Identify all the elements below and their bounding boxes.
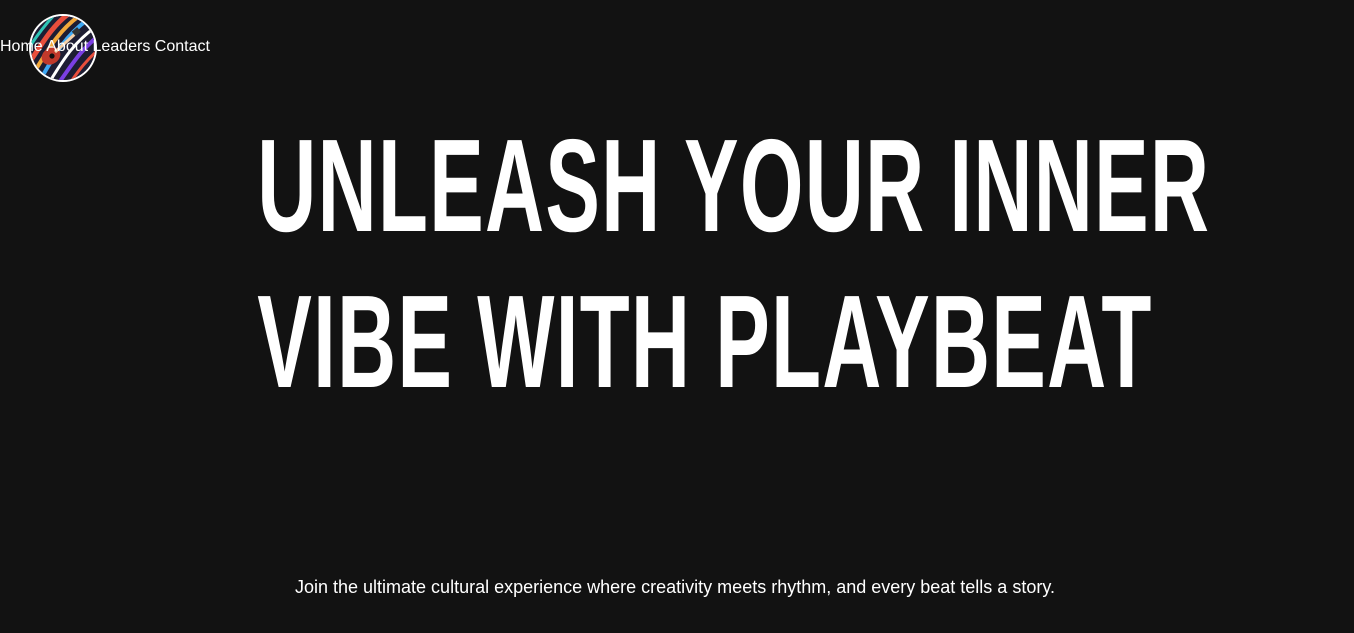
hero-heading-line-1: UNLEASH YOUR INNER xyxy=(257,112,1211,259)
nav-link-about[interactable]: About xyxy=(46,38,88,55)
main-navigation: Home About Leaders Contact xyxy=(0,38,1354,60)
hero-subtitle: Join the ultimate cultural experience wh… xyxy=(294,577,1055,597)
nav-link-home[interactable]: Home xyxy=(0,38,43,55)
hero-heading-line-2: VIBE WITH PLAYBEAT xyxy=(257,268,1153,415)
landing-page: Home About Leaders Contact UNLEASH YOUR … xyxy=(0,0,1354,633)
nav-link-leaders[interactable]: Leaders xyxy=(93,38,151,55)
hero-heading: UNLEASH YOUR INNER VIBE WITH PLAYBEAT xyxy=(0,108,1354,420)
nav-link-contact[interactable]: Contact xyxy=(155,38,210,55)
